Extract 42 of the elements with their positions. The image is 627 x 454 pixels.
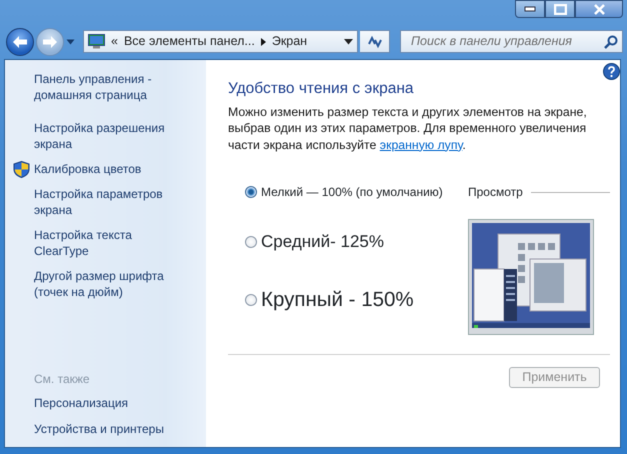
sidebar-link[interactable]: Настройка параметров экрана xyxy=(34,186,184,218)
option-label[interactable]: Мелкий — 100% (по умолчанию) xyxy=(261,183,443,202)
radio-button[interactable] xyxy=(245,294,257,306)
breadcrumb-item[interactable]: Экран xyxy=(272,32,308,51)
radio-button[interactable] xyxy=(245,236,257,248)
sidebar-link[interactable]: Настройка разрешения экрана xyxy=(34,120,184,152)
sidebar-link[interactable]: Панель управления - домашняя страница xyxy=(34,71,184,103)
minimize-icon xyxy=(524,6,536,12)
sidebar-link[interactable]: Устройства и принтеры xyxy=(34,421,184,437)
breadcrumb-item[interactable]: Все элементы панел... xyxy=(124,32,255,51)
back-button[interactable] xyxy=(6,28,34,56)
help-icon[interactable] xyxy=(603,63,620,80)
shield-icon xyxy=(13,161,30,178)
sidebar-link[interactable]: Персонализация xyxy=(34,395,184,411)
search-icon[interactable] xyxy=(604,34,618,48)
refresh-button[interactable] xyxy=(360,30,390,53)
breadcrumb-overflow[interactable]: « xyxy=(111,32,118,51)
history-dropdown-icon[interactable] xyxy=(66,38,75,44)
search-field[interactable]: Поиск в панели управления xyxy=(400,30,623,53)
minimize-button[interactable] xyxy=(515,0,545,18)
maximize-button[interactable] xyxy=(545,0,575,18)
magnifier-link[interactable]: экранную лупу xyxy=(380,138,462,152)
radio-button[interactable] xyxy=(245,186,257,198)
maximize-icon xyxy=(554,4,566,14)
option-label[interactable]: Крупный - 150% xyxy=(261,284,414,316)
forward-arrow-icon xyxy=(42,34,58,48)
close-button[interactable] xyxy=(575,0,623,18)
dropdown-icon[interactable] xyxy=(344,38,353,44)
option-label[interactable]: Средний- 125% xyxy=(261,229,384,255)
refresh-icon xyxy=(366,34,384,48)
sidebar-link[interactable]: Настройка текста ClearType xyxy=(34,227,184,259)
monitor-icon xyxy=(88,34,105,49)
see-also-heading: См. также xyxy=(34,371,91,388)
page-title: Удобство чтения с экрана xyxy=(228,80,415,99)
close-icon xyxy=(592,4,606,14)
description-text: Можно изменить размер текста и других элементов на экране, выбрав один из этих параметров. Для временного увеличения части экрана используйте экранную лупу. xyxy=(228,104,588,154)
preview-label: Просмотр xyxy=(468,184,523,202)
breadcrumb-arrow-icon[interactable] xyxy=(260,38,266,46)
sidebar-link[interactable]: Другой размер шрифта (точек на дюйм) xyxy=(34,268,184,300)
sidebar-link[interactable]: Калибровка цветов xyxy=(34,161,184,177)
back-arrow-icon xyxy=(12,34,28,48)
address-bar[interactable]: « Все элементы панел... Экран xyxy=(83,30,358,53)
